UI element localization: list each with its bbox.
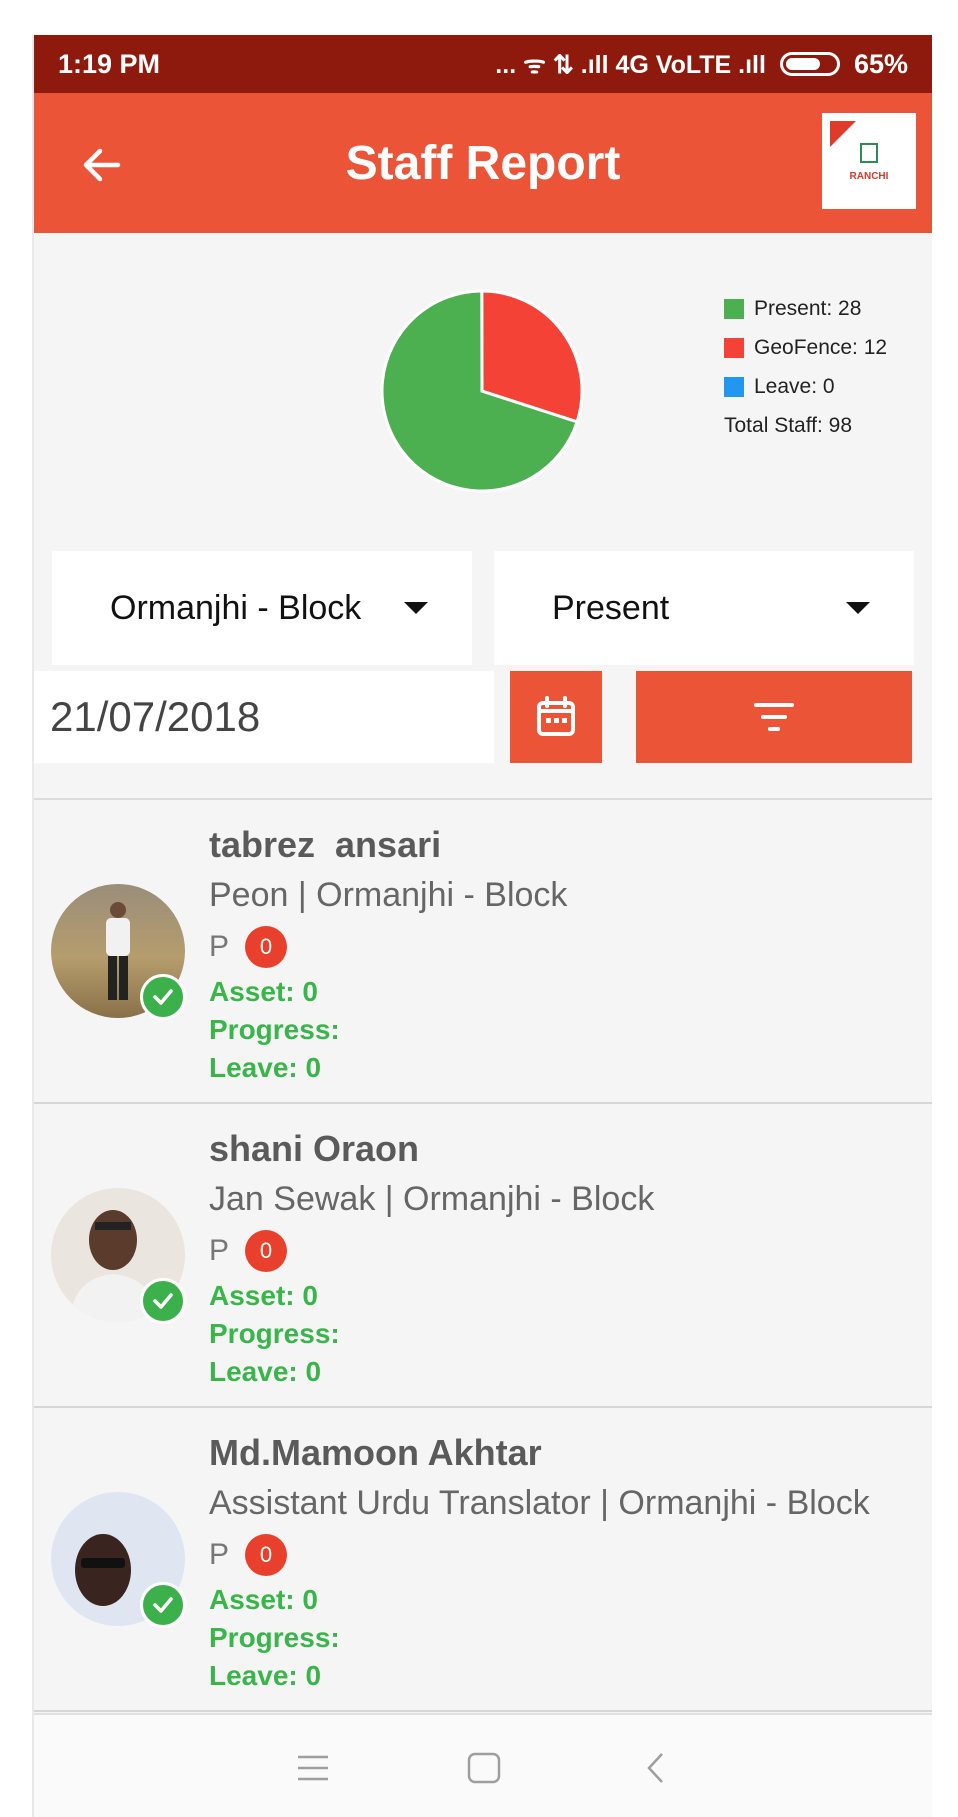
arrow-left-icon [83,148,121,182]
staff-list-item[interactable]: shani Oraon Jan Sewak | Ormanjhi - Block… [34,1104,932,1408]
leave-count: Leave: 0 [209,1660,322,1691]
legend-label-present: Present: 28 [754,296,862,320]
staff-name: tabrez ansari [209,824,442,865]
chevron-down-icon [404,602,428,614]
legend-swatch-leave [724,376,744,397]
chart-legend: Present: 28 GeoFence: 12 Leave: 0 Total … [724,289,887,445]
present-check-icon [140,1582,186,1628]
page-title: Staff Report [345,136,621,190]
calendar-icon [537,696,575,736]
progress-label: Progress: [209,1014,340,1045]
app-bar: Staff Report RANCHI [34,93,932,233]
filter-icon [754,703,794,731]
home-button[interactable] [466,1751,502,1790]
legend-swatch-geofence [724,337,744,358]
attendance-status: P [209,1234,230,1267]
date-row: 21/07/2018 [34,671,932,763]
asset-count: Asset: 0 [209,1584,318,1615]
staff-list: tabrez ansari Peon | Ormanjhi - Block P … [34,798,932,1712]
attendance-row: P 0 [209,1534,288,1576]
status-indicators: ... ᯤ ⇅ .ıll 4G VoLTE .ıll 65% [495,47,908,81]
asset-count: Asset: 0 [209,1280,318,1311]
asset-count: Asset: 0 [209,976,318,1007]
logo-text: RANCHI [849,171,889,182]
phone-screen: 1:19 PM ... ᯤ ⇅ .ıll 4G VoLTE .ıll 65% S… [34,35,932,1817]
legend-geofence: GeoFence: 12 [724,328,887,367]
pie-chart [380,289,584,493]
status-time: 1:19 PM [58,48,161,79]
status-dropdown-value: Present [552,588,670,627]
menu-icon [298,1755,328,1781]
legend-present: Present: 28 [724,289,887,328]
filter-button[interactable] [636,671,912,763]
attendance-status: P [209,930,230,963]
leave-count: Leave: 0 [209,1052,322,1083]
status-bar: 1:19 PM ... ᯤ ⇅ .ıll 4G VoLTE .ıll 65% [34,35,932,93]
battery-level: 65% [853,48,908,79]
legend-total: Total Staff: 98 [724,406,887,445]
back-icon [647,1753,663,1783]
staff-name: shani Oraon [209,1128,420,1169]
legend-label-geofence: GeoFence: 12 [754,335,888,359]
progress-label: Progress: [209,1622,340,1653]
present-check-icon [140,1278,186,1324]
legend-swatch-present [724,298,744,319]
home-icon [467,1752,501,1784]
staff-name: Md.Mamoon Akhtar [209,1432,542,1473]
progress-label: Progress: [209,1318,340,1349]
staff-designation: Peon | Ormanjhi - Block [209,876,568,914]
attendance-status: P [209,1538,230,1571]
count-badge: 0 [245,1534,288,1576]
app-logo: RANCHI [822,113,916,209]
present-check-icon [140,974,186,1020]
attendance-row: P 0 [209,926,288,968]
status-dropdown[interactable]: Present [494,551,914,665]
staff-designation: Jan Sewak | Ormanjhi - Block [209,1180,655,1218]
logo-building-icon [860,143,878,163]
chevron-down-icon [846,602,870,614]
nav-back-button[interactable] [644,1751,668,1790]
back-button[interactable] [78,141,126,189]
date-value: 21/07/2018 [50,693,261,740]
filter-dropdowns: Ormanjhi - Block Present [52,551,914,665]
calendar-button[interactable] [510,671,602,763]
count-badge: 0 [245,926,288,968]
staff-list-item[interactable]: Md.Mamoon Akhtar Assistant Urdu Translat… [34,1408,932,1712]
staff-pie-chart: Present: 28 GeoFence: 12 Leave: 0 Total … [34,233,932,553]
block-dropdown-value: Ormanjhi - Block [110,588,362,627]
block-dropdown[interactable]: Ormanjhi - Block [52,551,472,665]
staff-designation: Assistant Urdu Translator | Ormanjhi - B… [209,1484,870,1522]
logo-corner [830,121,856,147]
leave-count: Leave: 0 [209,1356,322,1387]
menu-button[interactable] [296,1753,330,1788]
date-field[interactable]: 21/07/2018 [34,671,494,763]
total-staff-label: Total Staff: 98 [724,413,853,437]
legend-leave: Leave: 0 [724,367,887,406]
signal-indicators: ... ᯤ ⇅ .ıll 4G VoLTE .ıll [495,51,766,79]
attendance-row: P 0 [209,1230,288,1272]
staff-list-item[interactable]: tabrez ansari Peon | Ormanjhi - Block P … [34,800,932,1104]
system-nav-bar [34,1713,932,1817]
battery-icon [779,52,840,76]
legend-label-leave: Leave: 0 [754,374,835,398]
count-badge: 0 [245,1230,288,1272]
